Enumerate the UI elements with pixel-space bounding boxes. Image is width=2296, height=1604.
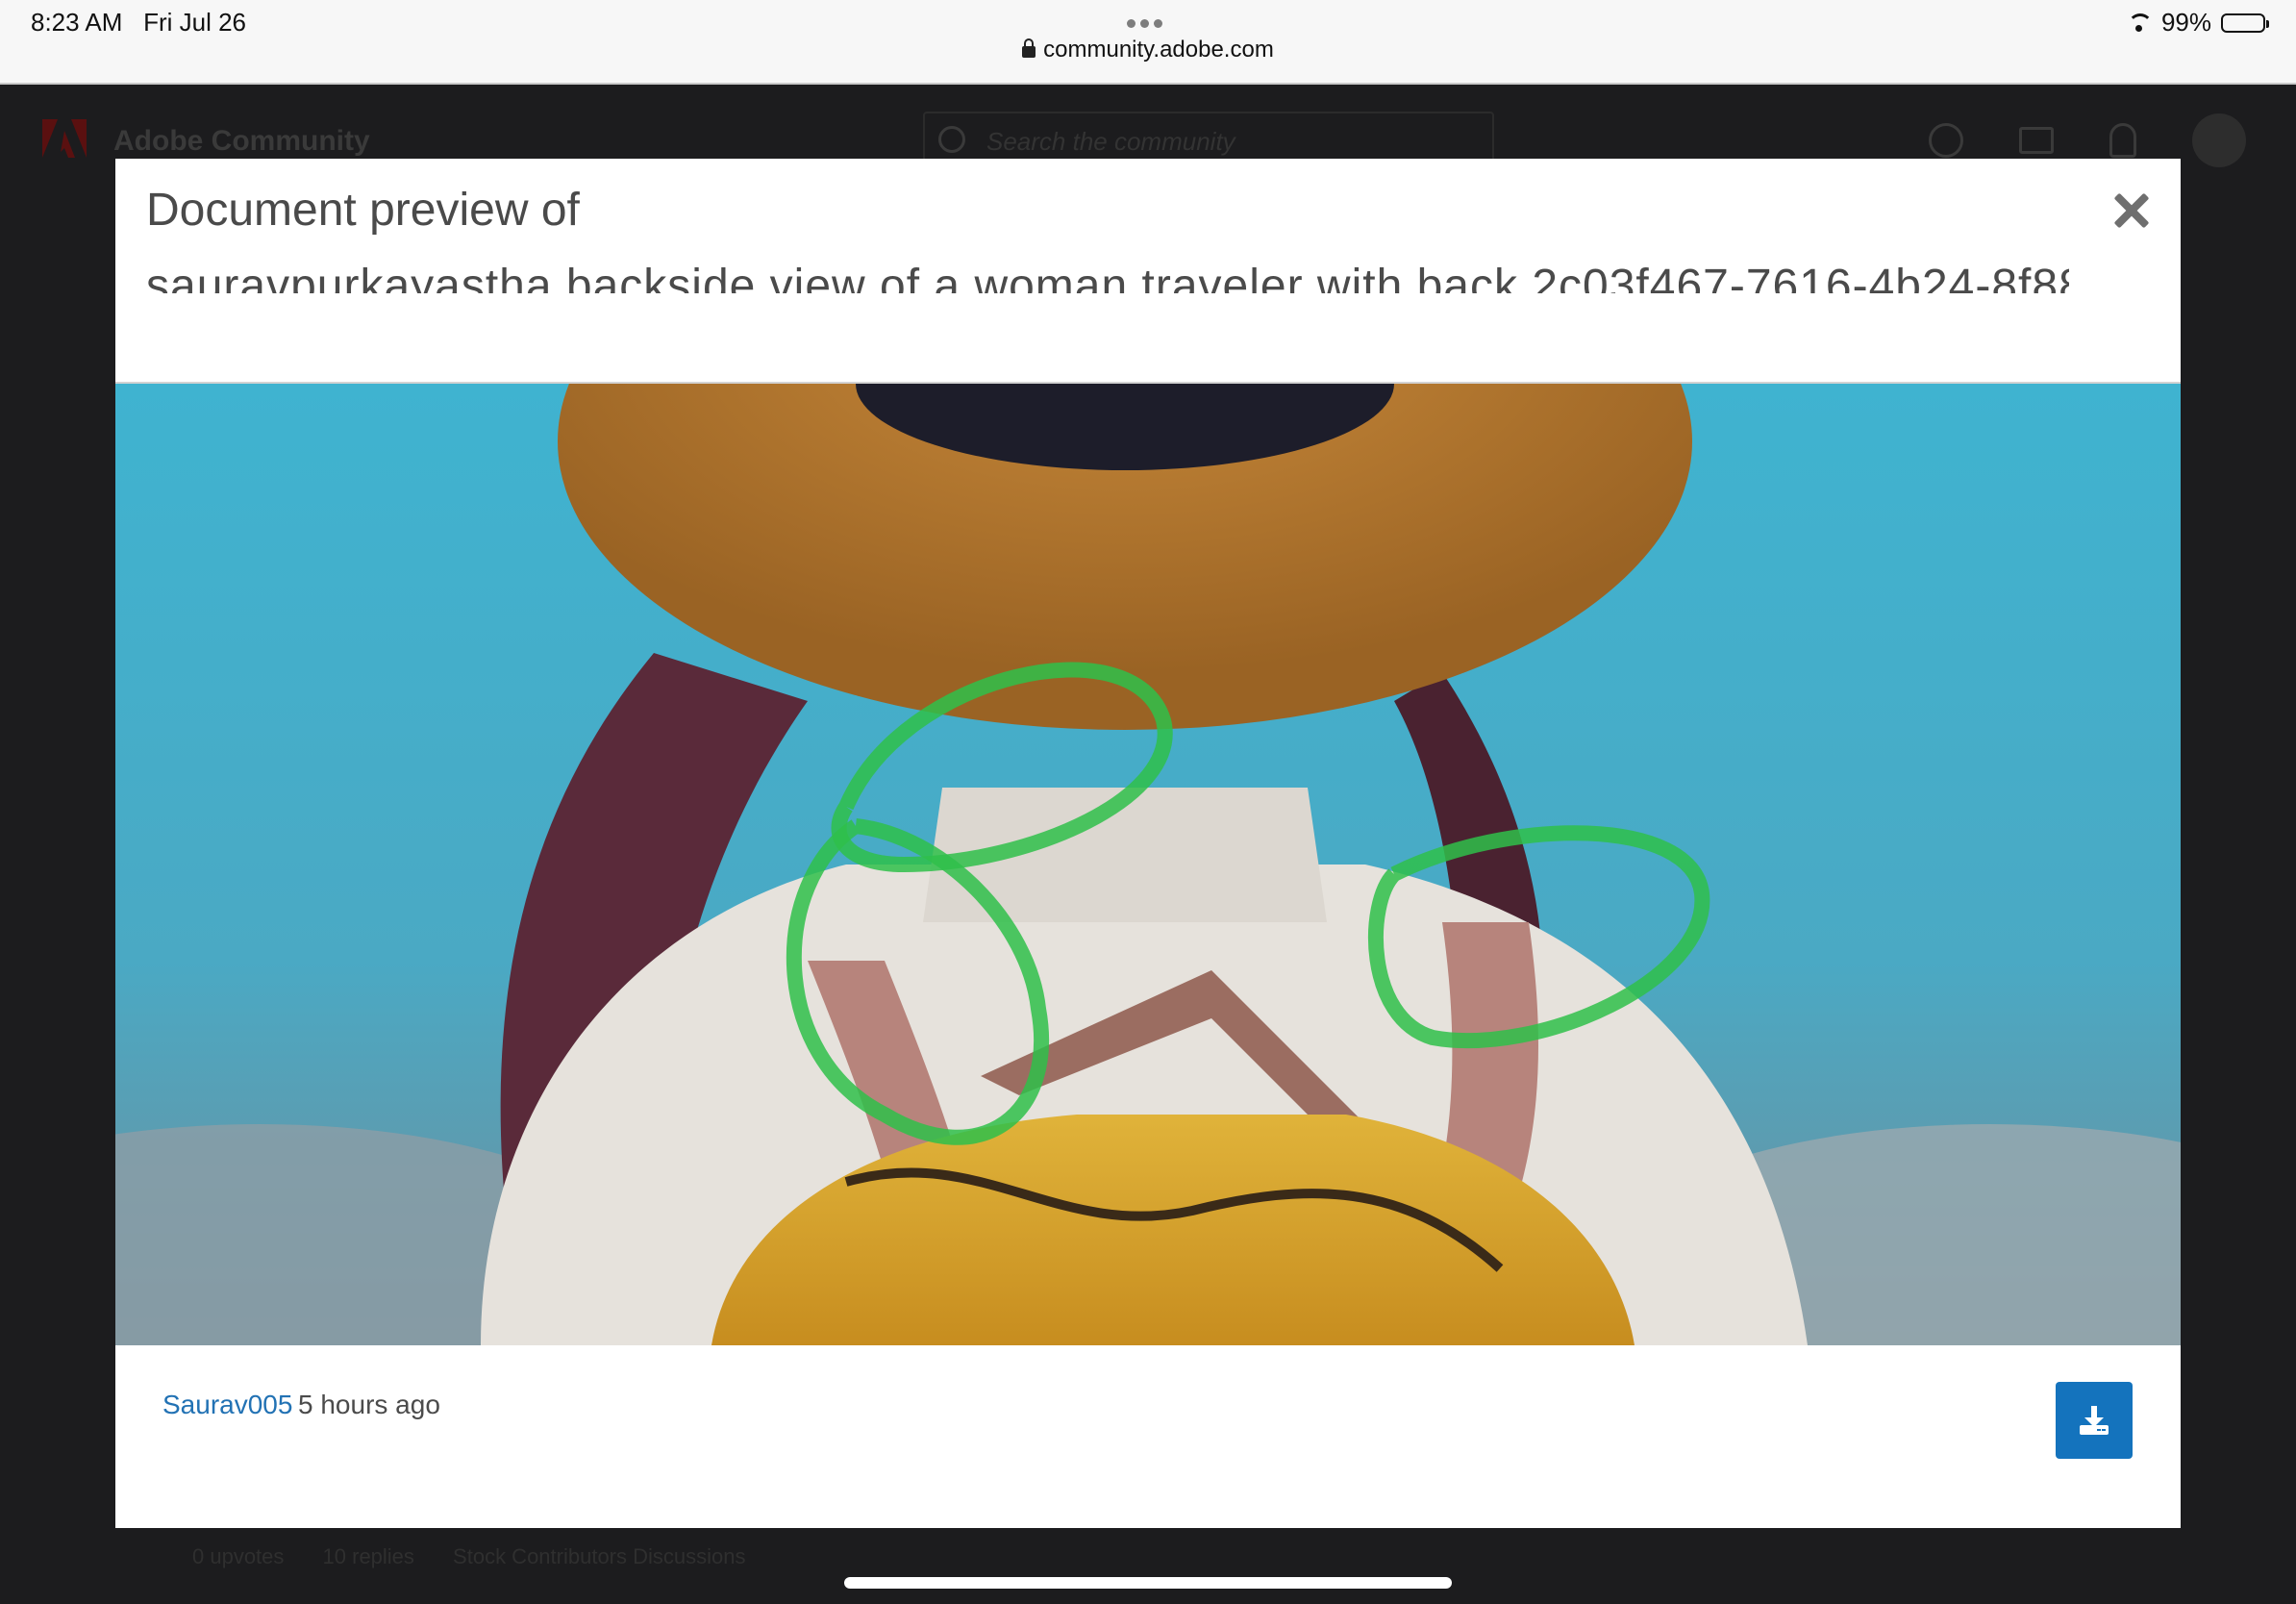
replies-count: 10 replies [322, 1544, 414, 1568]
modal-filename: sauravpurkayastha backside view of a wom… [146, 261, 2069, 293]
author-link[interactable]: Saurav005 [162, 1390, 292, 1420]
battery-icon [2221, 13, 2269, 33]
close-icon[interactable] [2111, 191, 2150, 230]
status-time: 8:23 AM Fri Jul 26 [31, 8, 246, 38]
mail-icon[interactable] [2019, 127, 2054, 154]
modal-footer: Saurav005 5 hours ago [115, 1343, 2181, 1528]
multitasking-dots-icon[interactable] [1127, 15, 1169, 28]
globe-icon[interactable] [1929, 123, 1963, 158]
upvotes-count: 0 upvotes [192, 1544, 285, 1568]
document-preview-modal: Document preview of sauravpurkayastha ba… [115, 159, 2181, 1528]
time-text: 8:23 AM [31, 8, 123, 37]
post-meta: 0 upvotes 10 replies Stock Contributors … [192, 1544, 779, 1569]
search-placeholder: Search the community [986, 127, 1235, 156]
address-bar[interactable]: community.adobe.com [0, 37, 2296, 63]
wifi-icon [2127, 13, 2153, 33]
home-indicator[interactable] [844, 1577, 1452, 1589]
image-preview [115, 382, 2181, 1345]
status-bar: 8:23 AM Fri Jul 26 community.adobe.com 9… [0, 0, 2296, 85]
download-icon [2080, 1406, 2109, 1435]
post-time: 5 hours ago [298, 1390, 440, 1419]
status-indicators: 99% [2127, 8, 2269, 38]
post-category[interactable]: Stock Contributors Discussions [453, 1544, 745, 1568]
modal-title: Document preview of [146, 185, 580, 236]
adobe-logo-icon [42, 119, 87, 158]
battery-percent: 99% [2160, 8, 2211, 37]
lock-icon [1022, 38, 1036, 58]
url-text: community.adobe.com [1043, 37, 1274, 63]
search-icon [938, 126, 965, 153]
bell-icon[interactable] [2109, 123, 2136, 158]
download-button[interactable] [2056, 1382, 2133, 1459]
site-title[interactable]: Adobe Community [113, 125, 370, 158]
modal-filename-container: sauravpurkayastha backside view of a wom… [146, 255, 2069, 293]
preview-image-art [115, 384, 2181, 1345]
date-text: Fri Jul 26 [143, 8, 246, 37]
avatar[interactable] [2192, 113, 2246, 167]
